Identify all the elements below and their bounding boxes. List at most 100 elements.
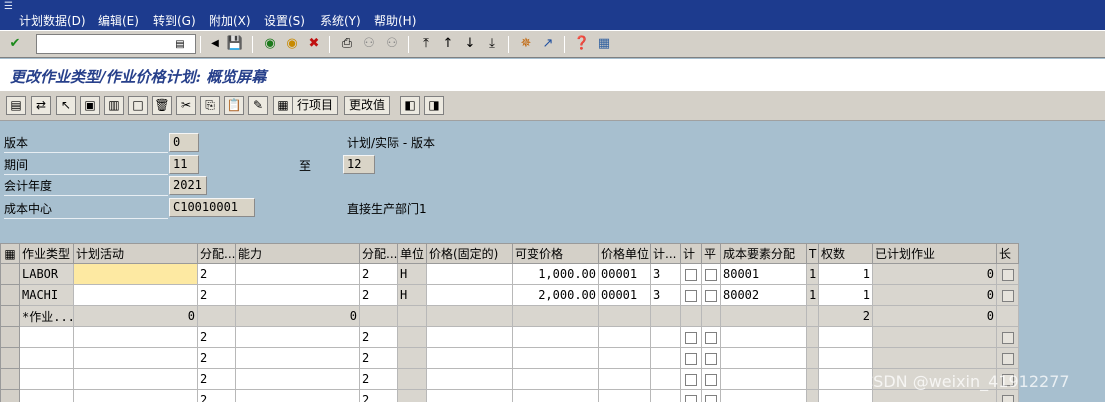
column-header[interactable]: 作业类型 <box>19 243 74 264</box>
column-header[interactable]: T <box>806 243 819 264</box>
variable-price-input[interactable] <box>512 326 599 348</box>
column-header[interactable]: 能力 <box>235 243 360 264</box>
distribution-key-input[interactable]: 2 <box>197 263 236 285</box>
plan-activity-input[interactable] <box>73 284 198 306</box>
edit-icon[interactable]: ✎ <box>248 96 268 115</box>
long-text-checkbox[interactable] <box>1001 289 1014 302</box>
collapse-icon[interactable]: ◀ <box>206 35 224 53</box>
calc-indicator-input[interactable] <box>650 326 681 348</box>
average-checkbox[interactable] <box>705 289 717 302</box>
capacity-input[interactable] <box>235 389 360 402</box>
command-history-icon[interactable]: ▤ <box>171 36 189 54</box>
layout-icon[interactable]: ▦ <box>595 35 613 53</box>
find-next-icon[interactable]: ⚇ <box>383 35 401 53</box>
last-page-icon[interactable]: ⤓ <box>483 35 501 53</box>
column-header[interactable]: 价格(固定的) <box>426 243 513 264</box>
capacity-input[interactable] <box>235 368 360 390</box>
distribution-key-input[interactable]: 2 <box>359 326 398 348</box>
column-header[interactable]: 分配... <box>197 243 236 264</box>
price-unit-input[interactable]: 00001 <box>598 284 651 306</box>
plan-checkbox[interactable] <box>685 373 697 386</box>
column-header[interactable]: 可变价格 <box>512 243 599 264</box>
price-unit-input[interactable] <box>598 326 651 348</box>
plan-activity-input[interactable] <box>73 389 198 402</box>
fixed-price-input[interactable] <box>426 284 513 306</box>
plan-checkbox[interactable] <box>685 331 697 344</box>
column-header[interactable]: 计划活动 <box>73 243 198 264</box>
find-icon[interactable]: ⚇ <box>360 35 378 53</box>
variable-price-input[interactable] <box>512 347 599 369</box>
variable-price-input[interactable]: 2,000.00 <box>512 284 599 306</box>
calc-indicator-input[interactable] <box>650 347 681 369</box>
change-values-button[interactable]: 更改值 <box>344 96 391 115</box>
column-header[interactable]: 已计划作业 <box>872 243 997 264</box>
fixed-price-input[interactable] <box>426 368 513 390</box>
activity-type-input[interactable] <box>19 389 74 402</box>
price-unit-input[interactable] <box>598 368 651 390</box>
activity-type-input[interactable] <box>19 326 74 348</box>
row-selector[interactable] <box>0 389 20 402</box>
plan-checkbox[interactable] <box>685 352 697 365</box>
menu-help[interactable]: 帮助(H) <box>374 12 416 29</box>
weight-input[interactable]: 1 <box>818 284 873 306</box>
fixed-price-input[interactable] <box>426 326 513 348</box>
activity-type-input[interactable] <box>19 347 74 369</box>
column-header[interactable]: 单位 <box>397 243 427 264</box>
plan-checkbox[interactable] <box>685 268 697 281</box>
weight-input[interactable] <box>818 389 873 402</box>
long-text-checkbox[interactable] <box>1001 352 1014 365</box>
distribution-key-input[interactable]: 2 <box>197 284 236 306</box>
cost-element-input[interactable] <box>720 368 807 390</box>
select-block-icon[interactable]: ▥ <box>104 96 124 115</box>
period-to-field[interactable]: 12 <box>343 155 375 174</box>
calc-indicator-input[interactable] <box>650 368 681 390</box>
average-checkbox[interactable] <box>705 394 717 402</box>
column-header[interactable]: 成本要素分配 <box>720 243 807 264</box>
distribution-key-input[interactable]: 2 <box>359 347 398 369</box>
long-text-checkbox[interactable] <box>1001 394 1014 402</box>
delete-icon[interactable]: 🗑 <box>152 96 172 115</box>
variable-price-input[interactable] <box>512 389 599 402</box>
plan-activity-input[interactable] <box>73 326 198 348</box>
help-icon[interactable]: ❓ <box>573 35 591 53</box>
prev-page-icon[interactable]: ↑ <box>439 35 457 53</box>
variable-price-input[interactable] <box>512 368 599 390</box>
calc-indicator-input[interactable]: 3 <box>650 284 681 306</box>
capacity-input[interactable] <box>235 284 360 306</box>
distribution-key-input[interactable]: 2 <box>359 263 398 285</box>
menu-goto[interactable]: 转到(G) <box>153 12 196 29</box>
line-items-icon[interactable]: ▦ <box>273 96 293 115</box>
menu-settings[interactable]: 设置(S) <box>264 12 305 29</box>
plan-checkbox[interactable] <box>685 394 697 402</box>
distribution-key-input[interactable]: 2 <box>197 347 236 369</box>
price-unit-input[interactable] <box>598 389 651 402</box>
weight-input[interactable] <box>818 347 873 369</box>
distribution-key-input[interactable]: 2 <box>359 284 398 306</box>
system-menu-icon[interactable]: ☰ <box>4 1 13 12</box>
menu-plan-data[interactable]: 计划数据(D) <box>19 12 86 29</box>
cost-element-input[interactable] <box>720 326 807 348</box>
version-field[interactable]: 0 <box>169 133 199 152</box>
cost-element-input[interactable]: 80001 <box>720 263 807 285</box>
distribution-key-input[interactable]: 2 <box>197 368 236 390</box>
cost-element-input[interactable]: 80002 <box>720 284 807 306</box>
select-icon[interactable]: ↖ <box>56 96 76 115</box>
capacity-input[interactable] <box>235 326 360 348</box>
next-page-icon[interactable]: ↓ <box>461 35 479 53</box>
next-item-icon[interactable]: ◨ <box>424 96 444 115</box>
row-selector[interactable] <box>0 368 20 390</box>
create-session-icon[interactable]: ✵ <box>517 35 535 53</box>
average-checkbox[interactable] <box>705 268 717 281</box>
back-icon[interactable]: ◉ <box>261 35 279 53</box>
row-selector[interactable] <box>0 347 20 369</box>
distribution-key-input[interactable]: 2 <box>359 389 398 402</box>
column-header[interactable]: 权数 <box>818 243 873 264</box>
long-text-checkbox[interactable] <box>1001 331 1014 344</box>
period-from-field[interactable]: 11 <box>169 155 199 174</box>
capacity-input[interactable] <box>235 263 360 285</box>
variable-price-input[interactable]: 1,000.00 <box>512 263 599 285</box>
copy-icon[interactable]: ⎘ <box>200 96 220 115</box>
column-header[interactable]: 计... <box>650 243 681 264</box>
row-selector[interactable] <box>0 284 20 306</box>
price-unit-input[interactable]: 00001 <box>598 263 651 285</box>
